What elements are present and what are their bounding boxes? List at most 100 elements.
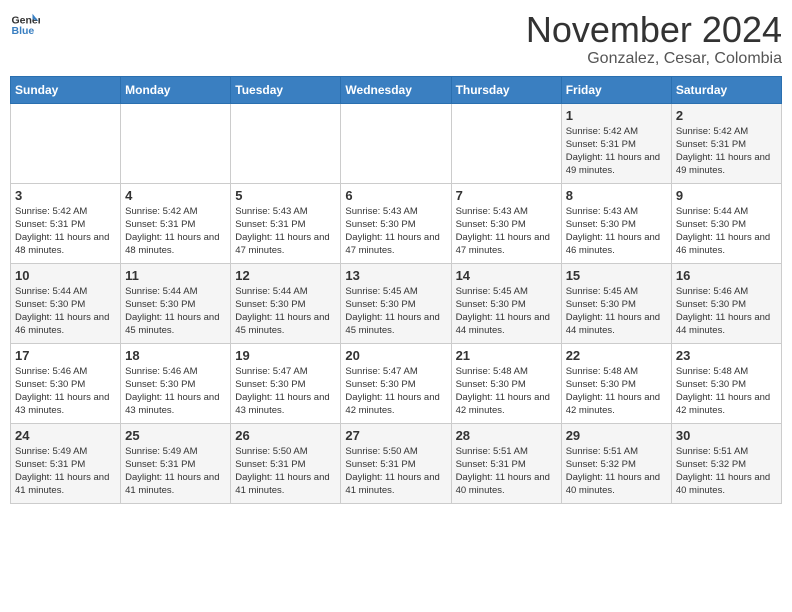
- calendar-week-4: 17 Sunrise: 5:46 AM Sunset: 5:30 PM Dayli…: [11, 343, 782, 423]
- calendar-week-5: 24 Sunrise: 5:49 AM Sunset: 5:31 PM Dayli…: [11, 423, 782, 503]
- day-info: Sunrise: 5:48 AM Sunset: 5:30 PM Dayligh…: [566, 365, 667, 418]
- day-info: Sunrise: 5:44 AM Sunset: 5:30 PM Dayligh…: [676, 205, 777, 258]
- day-number: 10: [15, 268, 116, 283]
- calendar-cell: 7 Sunrise: 5:43 AM Sunset: 5:30 PM Daylig…: [451, 183, 561, 263]
- day-info: Sunrise: 5:43 AM Sunset: 5:30 PM Dayligh…: [456, 205, 557, 258]
- day-info: Sunrise: 5:42 AM Sunset: 5:31 PM Dayligh…: [566, 125, 667, 178]
- calendar-cell: 24Sunrise: 5:49 AM Sunset: 5:31 PM Dayli…: [11, 423, 121, 503]
- calendar-cell: 25Sunrise: 5:49 AM Sunset: 5:31 PM Dayli…: [121, 423, 231, 503]
- title-block: November 2024 Gonzalez, Cesar, Colombia: [526, 10, 782, 68]
- calendar-cell: [451, 103, 561, 183]
- day-number: 17: [15, 348, 116, 363]
- calendar-cell: 29 Sunrise: 5:51 AM Sunset: 5:32 PM Dayli…: [561, 423, 671, 503]
- calendar-cell: 20 Sunrise: 5:47 AM Sunset: 5:30 PM Dayli…: [341, 343, 451, 423]
- day-number: 6: [345, 188, 446, 203]
- day-info: Sunrise: 5:50 AM Sunset: 5:31 PM Dayligh…: [345, 445, 446, 498]
- day-info: Sunrise: 5:46 AM Sunset: 5:30 PM Dayligh…: [125, 365, 226, 418]
- calendar-week-1: 1 Sunrise: 5:42 AM Sunset: 5:31 PM Daylig…: [11, 103, 782, 183]
- day-info: Sunrise: 5:45 AM Sunset: 5:30 PM Dayligh…: [566, 285, 667, 338]
- day-number: 18: [125, 348, 226, 363]
- location: Gonzalez, Cesar, Colombia: [526, 50, 782, 68]
- day-number: 11: [125, 268, 226, 283]
- day-info: Sunrise: 5:42 AM Sunset: 5:31 PM Dayligh…: [676, 125, 777, 178]
- calendar-cell: 26 Sunrise: 5:50 AM Sunset: 5:31 PM Dayli…: [231, 423, 341, 503]
- day-info: Sunrise: 5:45 AM Sunset: 5:30 PM Dayligh…: [456, 285, 557, 338]
- calendar-cell: [121, 103, 231, 183]
- day-info: Sunrise: 5:42 AM Sunset: 5:31 PM Dayligh…: [125, 205, 226, 258]
- day-info: Sunrise: 5:49 AM Sunset: 5:31 PM Dayligh…: [125, 445, 226, 498]
- calendar-cell: 17 Sunrise: 5:46 AM Sunset: 5:30 PM Dayli…: [11, 343, 121, 423]
- calendar-cell: 9 Sunrise: 5:44 AM Sunset: 5:30 PM Daylig…: [671, 183, 781, 263]
- day-info: Sunrise: 5:44 AM Sunset: 5:30 PM Dayligh…: [235, 285, 336, 338]
- day-info: Sunrise: 5:42 AM Sunset: 5:31 PM Dayligh…: [15, 205, 116, 258]
- day-info: Sunrise: 5:48 AM Sunset: 5:30 PM Dayligh…: [676, 365, 777, 418]
- day-header-sunday: Sunday: [11, 76, 121, 103]
- day-number: 3: [15, 188, 116, 203]
- calendar-cell: 15Sunrise: 5:45 AM Sunset: 5:30 PM Dayli…: [561, 263, 671, 343]
- calendar-cell: 23 Sunrise: 5:48 AM Sunset: 5:30 PM Dayli…: [671, 343, 781, 423]
- day-number: 27: [345, 428, 446, 443]
- calendar-cell: 27 Sunrise: 5:50 AM Sunset: 5:31 PM Dayli…: [341, 423, 451, 503]
- day-number: 13: [345, 268, 446, 283]
- day-info: Sunrise: 5:51 AM Sunset: 5:31 PM Dayligh…: [456, 445, 557, 498]
- calendar-cell: [231, 103, 341, 183]
- page-header: General Blue November 2024 Gonzalez, Ces…: [10, 10, 782, 68]
- calendar-cell: 16 Sunrise: 5:46 AM Sunset: 5:30 PM Dayli…: [671, 263, 781, 343]
- day-number: 7: [456, 188, 557, 203]
- day-info: Sunrise: 5:47 AM Sunset: 5:30 PM Dayligh…: [235, 365, 336, 418]
- day-number: 14: [456, 268, 557, 283]
- day-info: Sunrise: 5:51 AM Sunset: 5:32 PM Dayligh…: [566, 445, 667, 498]
- day-number: 29: [566, 428, 667, 443]
- day-info: Sunrise: 5:43 AM Sunset: 5:30 PM Dayligh…: [345, 205, 446, 258]
- day-number: 16: [676, 268, 777, 283]
- day-header-wednesday: Wednesday: [341, 76, 451, 103]
- calendar-cell: 18 Sunrise: 5:46 AM Sunset: 5:30 PM Dayli…: [121, 343, 231, 423]
- calendar-cell: 8 Sunrise: 5:43 AM Sunset: 5:30 PM Daylig…: [561, 183, 671, 263]
- calendar-cell: 2 Sunrise: 5:42 AM Sunset: 5:31 PM Daylig…: [671, 103, 781, 183]
- calendar-cell: 6 Sunrise: 5:43 AM Sunset: 5:30 PM Daylig…: [341, 183, 451, 263]
- calendar-cell: 19 Sunrise: 5:47 AM Sunset: 5:30 PM Dayli…: [231, 343, 341, 423]
- calendar-cell: 1 Sunrise: 5:42 AM Sunset: 5:31 PM Daylig…: [561, 103, 671, 183]
- day-number: 19: [235, 348, 336, 363]
- day-info: Sunrise: 5:44 AM Sunset: 5:30 PM Dayligh…: [15, 285, 116, 338]
- day-info: Sunrise: 5:47 AM Sunset: 5:30 PM Dayligh…: [345, 365, 446, 418]
- day-info: Sunrise: 5:43 AM Sunset: 5:30 PM Dayligh…: [566, 205, 667, 258]
- day-number: 20: [345, 348, 446, 363]
- day-info: Sunrise: 5:50 AM Sunset: 5:31 PM Dayligh…: [235, 445, 336, 498]
- day-number: 30: [676, 428, 777, 443]
- calendar-week-2: 3 Sunrise: 5:42 AM Sunset: 5:31 PM Daylig…: [11, 183, 782, 263]
- day-header-monday: Monday: [121, 76, 231, 103]
- day-number: 28: [456, 428, 557, 443]
- calendar-cell: 10 Sunrise: 5:44 AM Sunset: 5:30 PM Dayli…: [11, 263, 121, 343]
- day-header-tuesday: Tuesday: [231, 76, 341, 103]
- logo-icon: General Blue: [10, 10, 40, 40]
- calendar-header-row: SundayMondayTuesdayWednesdayThursdayFrid…: [11, 76, 782, 103]
- svg-text:Blue: Blue: [12, 25, 35, 37]
- day-info: Sunrise: 5:45 AM Sunset: 5:30 PM Dayligh…: [345, 285, 446, 338]
- day-header-saturday: Saturday: [671, 76, 781, 103]
- day-number: 1: [566, 108, 667, 123]
- day-info: Sunrise: 5:46 AM Sunset: 5:30 PM Dayligh…: [15, 365, 116, 418]
- day-number: 23: [676, 348, 777, 363]
- calendar-cell: 11 Sunrise: 5:44 AM Sunset: 5:30 PM Dayli…: [121, 263, 231, 343]
- day-number: 8: [566, 188, 667, 203]
- calendar-cell: 4Sunrise: 5:42 AM Sunset: 5:31 PM Daylig…: [121, 183, 231, 263]
- day-info: Sunrise: 5:43 AM Sunset: 5:31 PM Dayligh…: [235, 205, 336, 258]
- day-number: 26: [235, 428, 336, 443]
- calendar-cell: [11, 103, 121, 183]
- day-number: 2: [676, 108, 777, 123]
- calendar-body: 1 Sunrise: 5:42 AM Sunset: 5:31 PM Daylig…: [11, 103, 782, 503]
- day-info: Sunrise: 5:48 AM Sunset: 5:30 PM Dayligh…: [456, 365, 557, 418]
- calendar-cell: 14 Sunrise: 5:45 AM Sunset: 5:30 PM Dayli…: [451, 263, 561, 343]
- day-number: 22: [566, 348, 667, 363]
- day-number: 21: [456, 348, 557, 363]
- day-number: 24: [15, 428, 116, 443]
- calendar-cell: 13 Sunrise: 5:45 AM Sunset: 5:30 PM Dayli…: [341, 263, 451, 343]
- calendar-cell: [341, 103, 451, 183]
- day-info: Sunrise: 5:46 AM Sunset: 5:30 PM Dayligh…: [676, 285, 777, 338]
- logo: General Blue: [10, 10, 40, 40]
- day-info: Sunrise: 5:44 AM Sunset: 5:30 PM Dayligh…: [125, 285, 226, 338]
- calendar-cell: 21 Sunrise: 5:48 AM Sunset: 5:30 PM Dayli…: [451, 343, 561, 423]
- calendar-week-3: 10 Sunrise: 5:44 AM Sunset: 5:30 PM Dayli…: [11, 263, 782, 343]
- day-number: 9: [676, 188, 777, 203]
